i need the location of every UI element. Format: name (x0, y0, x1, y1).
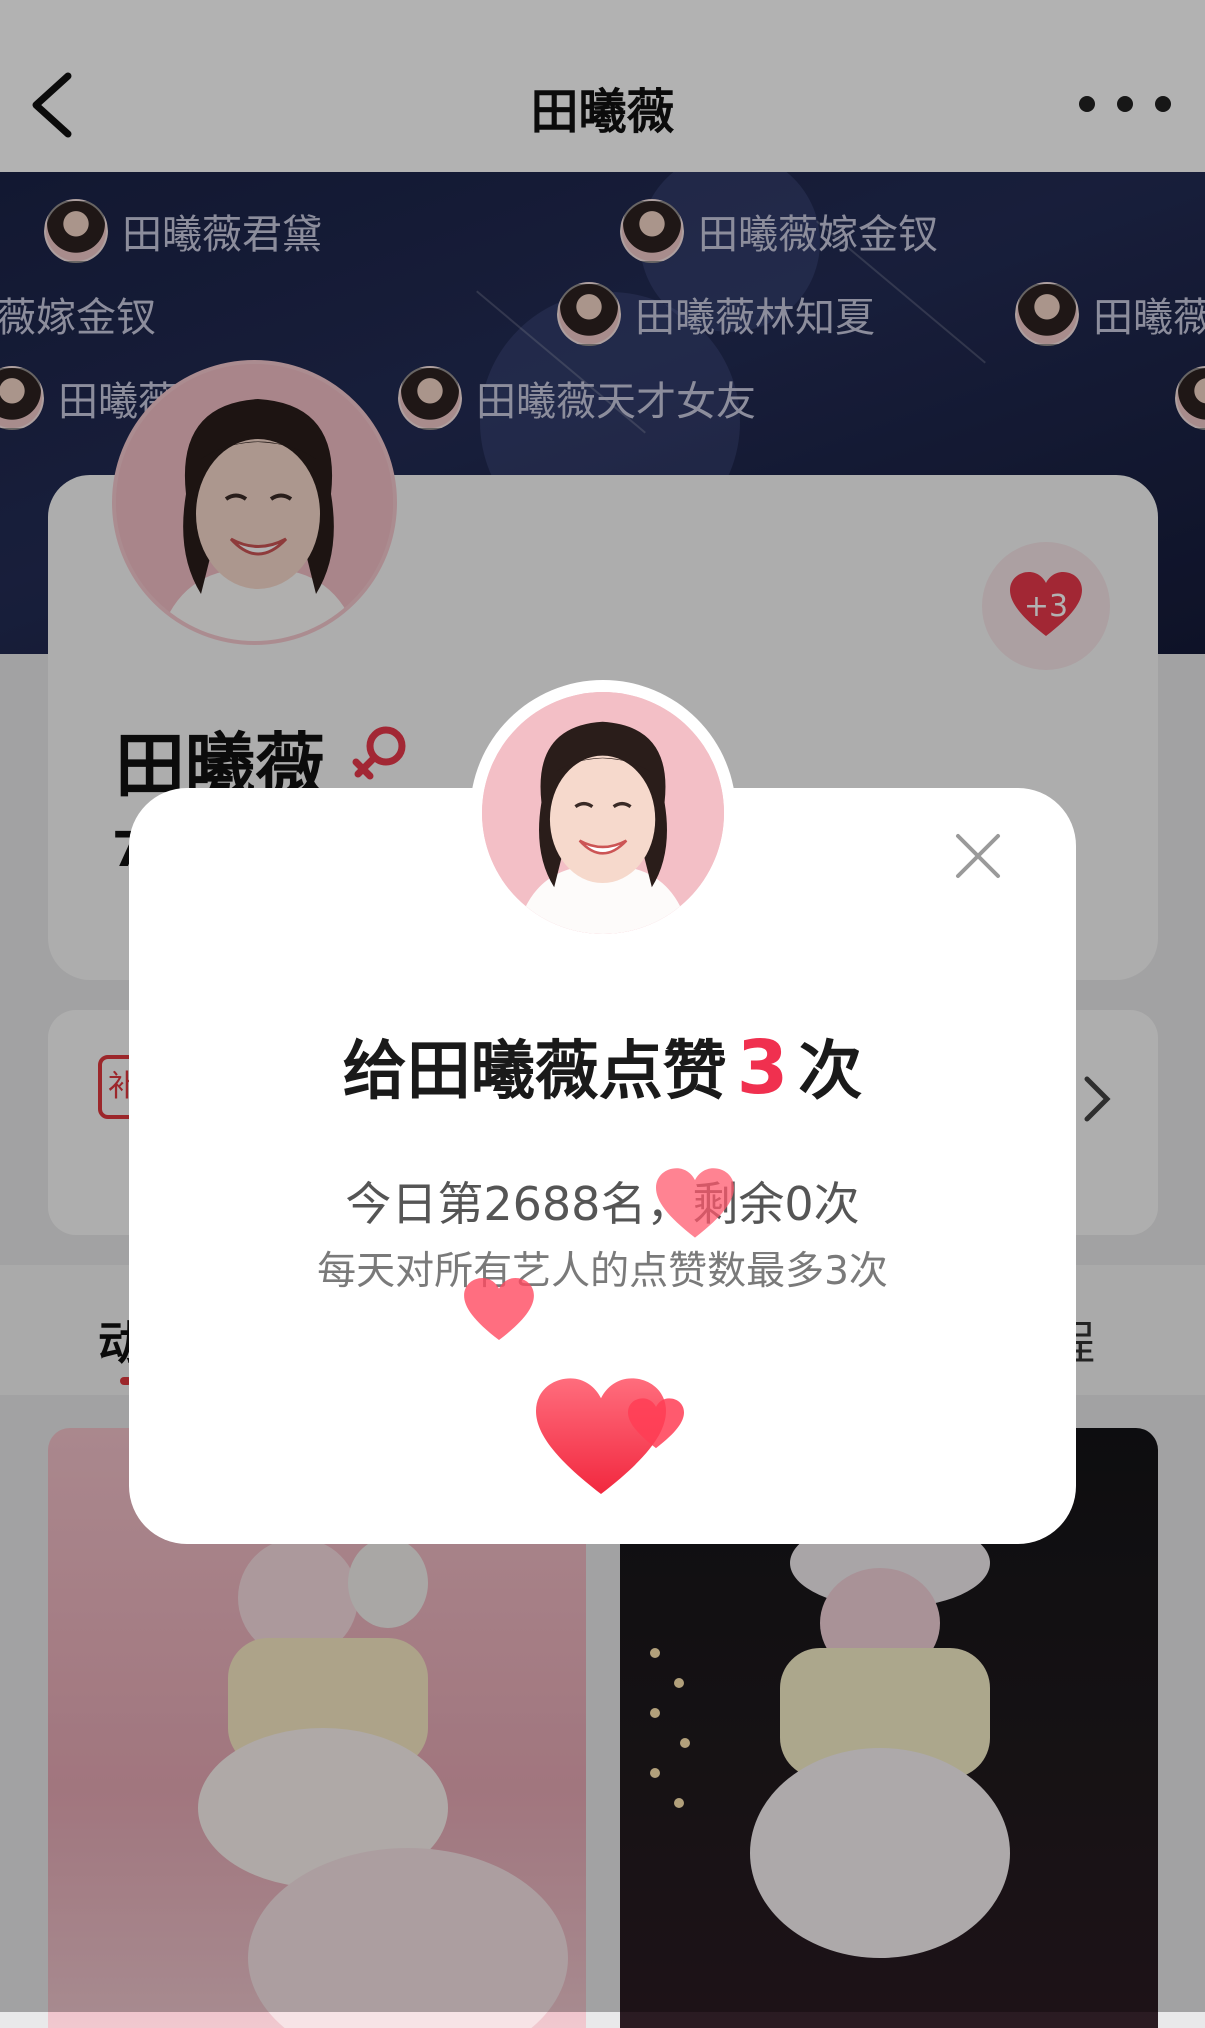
dialog-title: 给田曦薇点赞 3 次 (0, 1020, 1205, 1112)
daily-limit-note: 每天对所有艺人的点赞数最多3次 (317, 1249, 888, 1294)
dialog-title-prefix: 给田曦薇点赞 (342, 1035, 727, 1109)
like-count: 3 (736, 1025, 789, 1111)
dialog-avatar (470, 680, 736, 946)
close-icon[interactable] (952, 830, 1004, 882)
dialog-title-suffix: 次 (798, 1035, 863, 1109)
floating-heart-icon (628, 1398, 684, 1449)
daily-rank-text: 今日第2688名，剩余0次 (345, 1177, 860, 1231)
floating-heart-icon (464, 1278, 534, 1341)
floating-heart-icon (656, 1168, 734, 1238)
